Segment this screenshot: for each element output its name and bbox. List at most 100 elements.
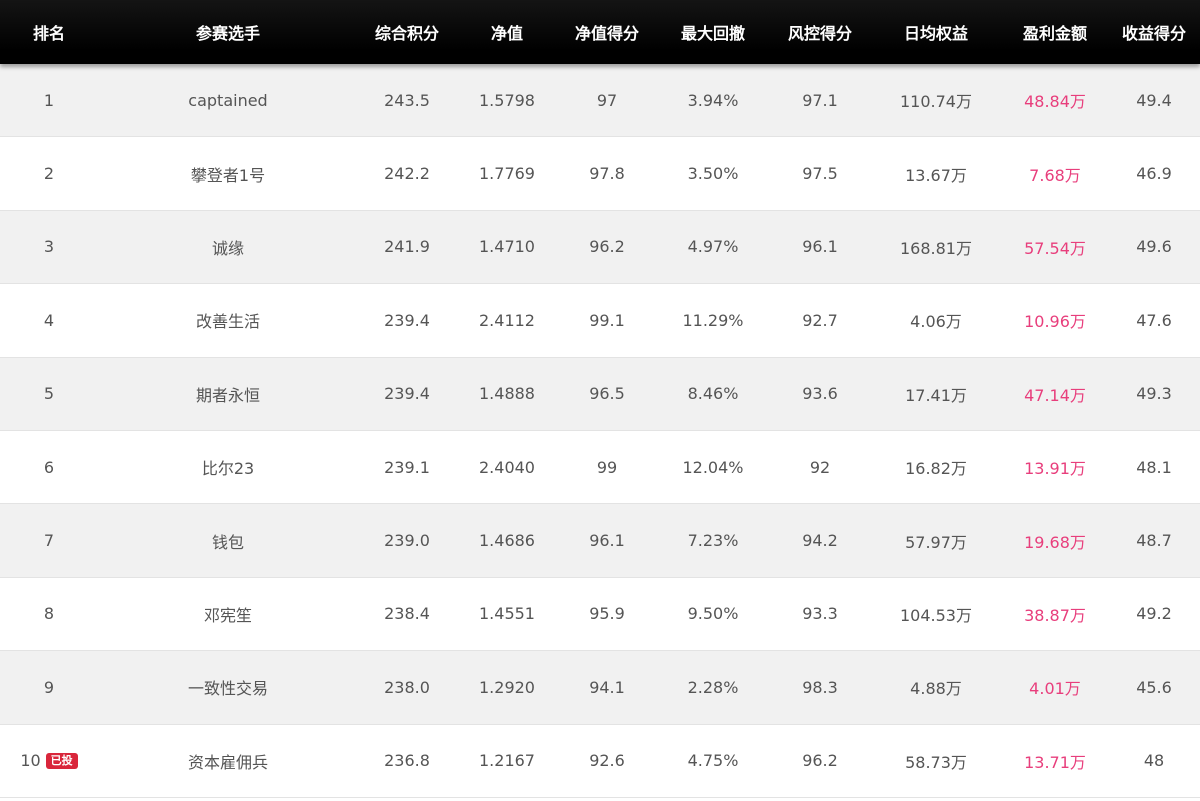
return-score-cell: 49.6	[1136, 237, 1172, 257]
max-drawdown-cell: 12.04%	[682, 457, 744, 477]
table-header: 排名 参赛选手 综合积分 净值 净值得分 最大回撤 风控得分 日均权益 盈利金额…	[0, 0, 1200, 64]
profit-cell: 19.68万	[1024, 532, 1086, 552]
rank-wrap: 8	[44, 604, 54, 623]
score-cell: 238.4	[384, 604, 430, 624]
player-name-cell[interactable]: 改善生活	[98, 308, 358, 332]
risk-score-cell: 92.7	[802, 310, 838, 330]
header-daily-equity[interactable]: 日均权益	[870, 20, 1002, 44]
player-name-cell[interactable]: 一致性交易	[98, 675, 358, 699]
score-cell: 238.0	[384, 677, 430, 697]
header-nav-score[interactable]: 净值得分	[558, 20, 656, 44]
rank-number: 5	[43, 384, 55, 404]
table-row[interactable]: 5 期者永恒 239.4 1.4888 96.5 8.46% 93.6 17.41万 47.14…	[0, 357, 1200, 431]
daily-equity-cell: 168.81万	[900, 238, 972, 258]
max-drawdown-cell: 11.29%	[682, 310, 744, 330]
score-cell: 239.0	[384, 531, 430, 551]
nav-score-cell: 99	[596, 457, 618, 477]
rank-wrap: 1	[44, 91, 54, 110]
daily-equity-cell: 104.53万	[900, 605, 972, 625]
table-row[interactable]: 8 邓宪笙 238.4 1.4551 95.9 9.50% 93.3 104.53万 38.87…	[0, 577, 1200, 652]
score-cell: 241.9	[384, 237, 430, 257]
player-name-cell[interactable]: 邓宪笙	[98, 602, 358, 626]
rank-cell: 7	[0, 531, 98, 550]
score-cell: 239.1	[384, 457, 430, 477]
invested-badge: 已投	[45, 752, 78, 769]
rank-wrap: 10 已投	[20, 751, 78, 770]
header-risk-score[interactable]: 风控得分	[770, 20, 870, 44]
nav-cell: 2.4040	[479, 457, 535, 477]
header-max-drawdown[interactable]: 最大回撤	[656, 20, 770, 44]
table-row[interactable]: 10 已投 资本雇佣兵 236.8 1.2167 92.6 4.75% 96.2 58.73万 1…	[0, 724, 1200, 798]
header-nav[interactable]: 净值	[456, 20, 558, 44]
table-row[interactable]: 4 改善生活 239.4 2.4112 99.1 11.29% 92.7 4.06万 10.96…	[0, 284, 1200, 358]
table-body: 1 captained 243.5 1.5798 97 3.94% 97.1 110.74万 4…	[0, 64, 1200, 798]
rank-number: 1	[43, 90, 55, 110]
header-return-score[interactable]: 收益得分	[1108, 20, 1200, 44]
max-drawdown-cell: 4.75%	[687, 751, 739, 771]
header-player[interactable]: 参赛选手	[98, 20, 358, 44]
risk-score-cell: 93.3	[802, 604, 838, 624]
table-row[interactable]: 1 captained 243.5 1.5798 97 3.94% 97.1 110.74万 4…	[0, 64, 1200, 138]
table-row[interactable]: 9 一致性交易 238.0 1.2920 94.1 2.28% 98.3 4.88万 4.01万…	[0, 651, 1200, 725]
player-name-cell[interactable]: 诚缘	[98, 235, 358, 259]
max-drawdown-cell: 4.97%	[687, 237, 739, 257]
table-row[interactable]: 3 诚缘 241.9 1.4710 96.2 4.97% 96.1 168.81万 57.54万…	[0, 210, 1200, 285]
player-name-cell[interactable]: 钱包	[98, 529, 358, 553]
profit-cell: 7.68万	[1029, 165, 1081, 185]
rank-cell: 5	[0, 384, 98, 403]
table-row[interactable]: 7 钱包 239.0 1.4686 96.1 7.23% 94.2 57.97万 19.68万 4…	[0, 504, 1200, 578]
score-cell: 243.5	[384, 90, 430, 110]
rank-cell: 10 已投	[0, 751, 98, 770]
profit-cell: 4.01万	[1029, 679, 1081, 699]
return-score-cell: 47.6	[1136, 310, 1172, 330]
profit-cell: 10.96万	[1024, 312, 1086, 332]
daily-equity-cell: 4.06万	[910, 312, 962, 332]
risk-score-cell: 94.2	[802, 531, 838, 551]
rank-wrap: 3	[44, 237, 54, 256]
max-drawdown-cell: 2.28%	[687, 677, 739, 697]
rank-number: 8	[43, 604, 55, 624]
rank-wrap: 6	[44, 458, 54, 477]
max-drawdown-cell: 7.23%	[687, 531, 739, 551]
table-row[interactable]: 2 攀登者1号 242.2 1.7769 97.8 3.50% 97.5 13.67万 7.68…	[0, 137, 1200, 211]
player-name-cell[interactable]: 资本雇佣兵	[98, 749, 358, 773]
player-name-cell[interactable]: 攀登者1号	[98, 162, 358, 186]
daily-equity-cell: 16.82万	[905, 459, 967, 479]
risk-score-cell: 96.2	[802, 751, 838, 771]
player-name-cell[interactable]: 期者永恒	[98, 382, 358, 406]
score-cell: 236.8	[384, 751, 430, 771]
player-name-cell[interactable]: captained	[98, 91, 358, 110]
risk-score-cell: 97.1	[802, 90, 838, 110]
rank-cell: 1	[0, 91, 98, 110]
nav-cell: 1.4686	[479, 531, 535, 551]
nav-score-cell: 99.1	[589, 310, 625, 330]
nav-cell: 1.4888	[479, 384, 535, 404]
header-profit[interactable]: 盈利金额	[1002, 20, 1108, 44]
rank-number: 4	[43, 310, 55, 330]
risk-score-cell: 97.5	[802, 164, 838, 184]
rank-number: 7	[43, 531, 55, 551]
nav-cell: 2.4112	[479, 310, 535, 330]
nav-cell: 1.7769	[479, 164, 535, 184]
nav-score-cell: 97	[596, 90, 618, 110]
header-rank[interactable]: 排名	[0, 20, 98, 44]
nav-cell: 1.5798	[479, 90, 535, 110]
return-score-cell: 46.9	[1136, 164, 1172, 184]
header-score[interactable]: 综合积分	[358, 20, 456, 44]
daily-equity-cell: 110.74万	[900, 92, 972, 112]
rank-wrap: 7	[44, 531, 54, 550]
rank-cell: 6	[0, 458, 98, 477]
rank-number: 2	[43, 164, 55, 184]
nav-score-cell: 96.1	[589, 531, 625, 551]
daily-equity-cell: 17.41万	[905, 385, 967, 405]
nav-score-cell: 94.1	[589, 677, 625, 697]
rank-cell: 2	[0, 164, 98, 183]
player-name-cell[interactable]: 比尔23	[98, 455, 358, 479]
score-cell: 242.2	[384, 164, 430, 184]
risk-score-cell: 92	[809, 457, 831, 477]
table-row[interactable]: 6 比尔23 239.1 2.4040 99 12.04% 92 16.82万 13.91万 48…	[0, 430, 1200, 505]
profit-cell: 48.84万	[1024, 92, 1086, 112]
rank-wrap: 9	[44, 678, 54, 697]
rank-cell: 9	[0, 678, 98, 697]
rank-number: 9	[43, 677, 55, 697]
